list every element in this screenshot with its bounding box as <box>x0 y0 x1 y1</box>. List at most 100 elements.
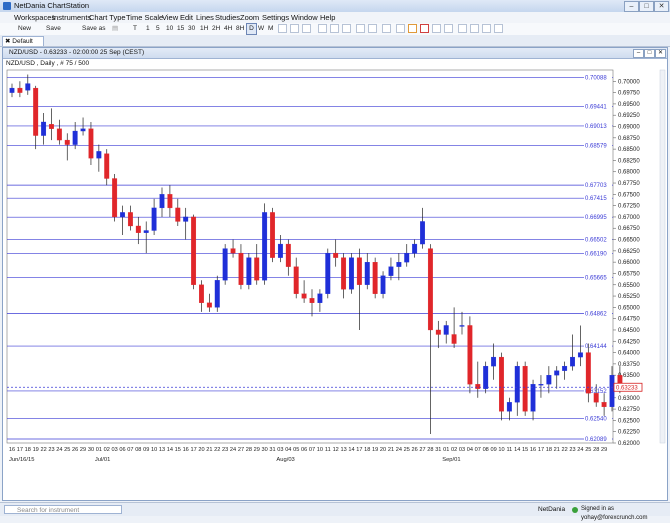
price-chart[interactable]: 0.70000 0.69750 0.69500 0.69250 0.69000 0.687… <box>3 48 667 500</box>
candle-body <box>151 207 157 231</box>
x-day-label: 29 <box>601 447 607 453</box>
interval-1h-button[interactable]: 1H <box>200 24 208 34</box>
menu-edit[interactable]: Edit <box>180 13 193 22</box>
interval-4h-button[interactable]: 4H <box>224 24 232 34</box>
y-tick-label: 0.65750 <box>618 271 640 277</box>
interval-2h-button[interactable]: 2H <box>212 24 220 34</box>
menu-workspaces[interactable]: Workspaces <box>14 13 55 22</box>
menu-help[interactable]: Help <box>320 13 335 22</box>
print-icon[interactable] <box>444 24 453 33</box>
candle-body <box>372 262 378 294</box>
instrument-search-input[interactable]: Search for instrument <box>4 505 122 514</box>
x-day-label: 07 <box>309 447 315 453</box>
settings-icon[interactable] <box>494 24 503 33</box>
alert-icon[interactable] <box>470 24 479 33</box>
interval-1-button[interactable]: 1 <box>146 24 150 34</box>
x-day-label: 01 <box>96 447 102 453</box>
maximize-icon[interactable]: □ <box>639 1 654 12</box>
check-icon[interactable] <box>432 24 441 33</box>
x-day-label: 09 <box>143 447 149 453</box>
zoom-out-icon[interactable] <box>368 24 377 33</box>
y-tick-label: 0.62250 <box>618 430 640 436</box>
app-logo-icon <box>3 2 11 10</box>
close-tab-icon[interactable]: ✖ <box>5 38 10 45</box>
x-month-label: Jul/01 <box>95 457 110 463</box>
delete-icon[interactable] <box>420 24 429 33</box>
interval-t-button[interactable]: T <box>133 24 137 34</box>
candle-body <box>270 212 275 258</box>
menu-studies[interactable]: Studies <box>215 13 240 22</box>
close-icon[interactable]: ✕ <box>654 1 669 12</box>
study-icon[interactable] <box>382 24 391 33</box>
save-button[interactable]: Save <box>46 24 61 34</box>
y-tick-label: 0.70000 <box>618 79 640 85</box>
interval-30-button[interactable]: 30 <box>188 24 195 34</box>
workspace-tab-bar: ✖ Default <box>0 35 670 47</box>
chart-window: NZD/USD - 0.63233 - 02:00:00 25 Sep (CES… <box>2 47 668 501</box>
menu-lines[interactable]: Lines <box>196 13 214 22</box>
x-day-label: 03 <box>459 447 465 453</box>
x-day-label: 24 <box>577 447 583 453</box>
pencil-icon[interactable] <box>408 24 417 33</box>
pan-icon[interactable] <box>302 24 311 33</box>
menu-chart-type[interactable]: Chart Type <box>89 13 126 22</box>
menu-instruments[interactable]: Instruments <box>52 13 91 22</box>
x-day-label: 17 <box>356 447 362 453</box>
x-day-label: 22 <box>214 447 220 453</box>
x-day-label: 23 <box>569 447 575 453</box>
interval-m-button[interactable]: M <box>268 24 273 34</box>
y-tick-label: 0.62500 <box>618 418 640 424</box>
menu-time-scale[interactable]: Time Scale <box>126 13 163 22</box>
save-as-disabled-button[interactable]: ▤ <box>112 24 118 34</box>
interval-w-button[interactable]: W <box>258 24 264 34</box>
candle-body <box>167 194 173 209</box>
bar-chart-icon[interactable] <box>318 24 327 33</box>
x-day-label: 04 <box>285 447 291 453</box>
candle-body <box>183 216 189 222</box>
candle-body <box>349 257 354 290</box>
crosshair-icon[interactable] <box>278 24 287 33</box>
x-day-label: 14 <box>348 447 354 453</box>
candle-body <box>506 402 512 412</box>
interval-d-button[interactable]: D <box>246 23 257 35</box>
x-day-label: 20 <box>380 447 386 453</box>
level-label: 0.65665 <box>585 275 607 281</box>
x-day-label: 18 <box>25 447 31 453</box>
x-day-label: 13 <box>159 447 165 453</box>
y-tick-label: 0.67000 <box>618 215 640 221</box>
level-label: 0.69441 <box>585 105 607 111</box>
x-day-label: 16 <box>530 447 536 453</box>
grid-icon[interactable] <box>290 24 299 33</box>
x-day-label: 21 <box>388 447 394 453</box>
candle-chart-icon[interactable] <box>330 24 339 33</box>
user-icon[interactable] <box>458 24 467 33</box>
line-chart-icon[interactable] <box>342 24 351 33</box>
x-day-label: 25 <box>404 447 410 453</box>
candle-body <box>475 384 481 389</box>
candle-body <box>246 257 252 285</box>
last-price-label: 0.63233 <box>616 385 638 391</box>
menu-zoom[interactable]: Zoom <box>240 13 259 22</box>
candle-body <box>80 128 86 132</box>
tab-default[interactable]: ✖ Default <box>2 36 44 46</box>
candle-body <box>41 121 47 136</box>
menu-settings[interactable]: Settings <box>262 13 289 22</box>
trendline-icon[interactable] <box>396 24 405 33</box>
menu-view[interactable]: View <box>162 13 178 22</box>
minimize-icon[interactable]: – <box>624 1 639 12</box>
y-tick-label: 0.67250 <box>618 204 640 210</box>
interval-8h-button[interactable]: 8H <box>236 24 244 34</box>
search-icon[interactable] <box>482 24 491 33</box>
x-day-label: 21 <box>554 447 560 453</box>
x-day-label: 31 <box>435 447 441 453</box>
candle-body <box>554 370 560 376</box>
interval-15-button[interactable]: 15 <box>177 24 184 34</box>
interval-10-button[interactable]: 10 <box>166 24 173 34</box>
interval-5-button[interactable]: 5 <box>156 24 160 34</box>
x-day-label: 16 <box>9 447 15 453</box>
new-button[interactable]: New <box>18 24 31 34</box>
save-as-button[interactable]: Save as <box>82 24 106 34</box>
menu-window[interactable]: Window <box>291 13 318 22</box>
level-label: 0.66190 <box>585 252 607 258</box>
zoom-in-icon[interactable] <box>356 24 365 33</box>
